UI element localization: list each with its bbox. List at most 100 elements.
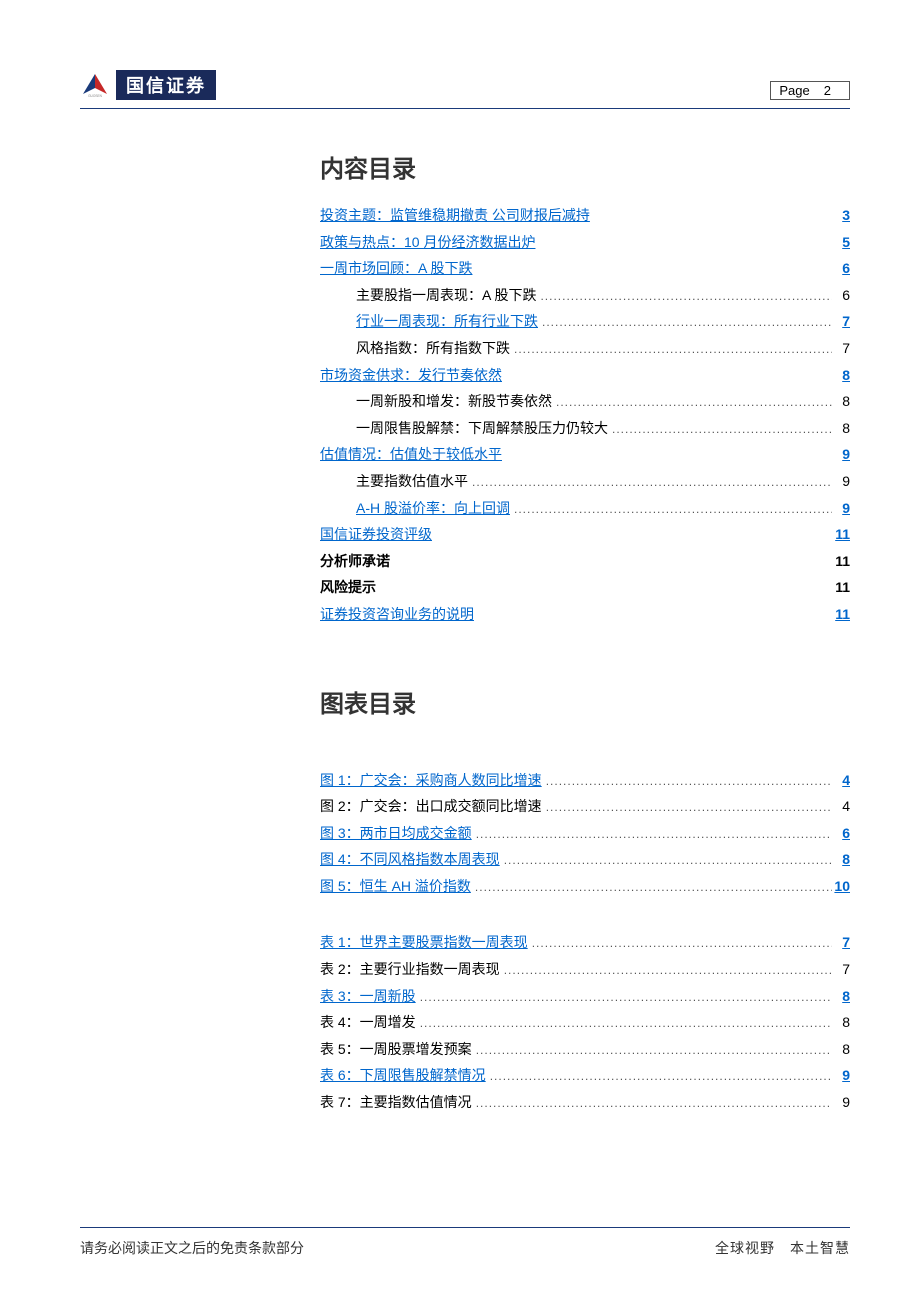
toc-leader-dots: ........................................…: [510, 338, 832, 361]
toc-leader-dots: ........................................…: [472, 1092, 832, 1115]
toc-entry-page: 7: [832, 956, 850, 983]
toc-entry: 图 2：广交会：出口成交额同比增速.......................…: [320, 793, 850, 820]
toc-entry: 主要指数估值水平................................…: [320, 468, 850, 495]
toc-list: 投资主题：监管维稳期撤责 公司财报后减持....................…: [320, 202, 850, 628]
toc-entry: 国信证券投资评级................................…: [320, 521, 850, 548]
toc-entry: 表 2：主要行业指数一周表现..........................…: [320, 956, 850, 983]
toc-entry-label: 表 7：主要指数估值情况: [320, 1089, 472, 1116]
toc-leader-dots: ........................................…: [474, 604, 832, 627]
toc-entry-link[interactable]: 表 3：一周新股: [320, 983, 416, 1010]
toc-entry: 图 5：恒生 AH 溢价指数..........................…: [320, 873, 850, 900]
toc-leader-dots: ........................................…: [376, 577, 832, 600]
toc-entry-page[interactable]: 8: [832, 362, 850, 389]
toc-leader-dots: ........................................…: [502, 444, 832, 467]
toc-entry-page: 6: [832, 282, 850, 309]
toc-entry-link[interactable]: 表 1：世界主要股票指数一周表现: [320, 929, 528, 956]
toc-leader-dots: ........................................…: [535, 232, 832, 255]
toc-entry-label: 表 5：一周股票增发预案: [320, 1036, 472, 1063]
toc-entry-link[interactable]: 图 1：广交会：采购商人数同比增速: [320, 767, 542, 794]
figures-heading: 图表目录: [320, 684, 850, 719]
toc-entry-page: 8: [832, 1009, 850, 1036]
toc-entry-page[interactable]: 7: [832, 929, 850, 956]
toc-leader-dots: ........................................…: [542, 770, 832, 793]
toc-entry-label: 主要指数估值水平: [356, 468, 468, 495]
toc-entry: 市场资金供求：发行节奏依然...........................…: [320, 362, 850, 389]
toc-heading: 内容目录: [320, 149, 850, 184]
footer-row: 请务必阅读正文之后的免责条款部分 全球视野 本土智慧: [80, 1238, 850, 1258]
toc-leader-dots: ........................................…: [608, 418, 832, 441]
page-number: 2: [824, 83, 831, 98]
toc-leader-dots: ........................................…: [500, 849, 832, 872]
toc-entry-link[interactable]: 政策与热点：10 月份经济数据出炉: [320, 229, 535, 256]
toc-entry: 图 1：广交会：采购商人数同比增速.......................…: [320, 767, 850, 794]
toc-leader-dots: ........................................…: [590, 205, 832, 228]
toc-entry: 主要股指一周表现：A 股下跌..........................…: [320, 282, 850, 309]
toc-entry: 表 5：一周股票增发预案............................…: [320, 1036, 850, 1063]
toc-entry-link[interactable]: 图 3：两市日均成交金额: [320, 820, 472, 847]
toc-entry: 一周限售股解禁：下周解禁股压力仍较大......................…: [320, 415, 850, 442]
toc-leader-dots: ........................................…: [502, 365, 832, 388]
toc-entry-page[interactable]: 9: [832, 441, 850, 468]
toc-entry-page[interactable]: 10: [832, 873, 850, 900]
toc-entry-link[interactable]: 表 6：下周限售股解禁情况: [320, 1062, 486, 1089]
toc-entry-link[interactable]: 图 5：恒生 AH 溢价指数: [320, 873, 471, 900]
toc-entry: 表 4：一周增发................................…: [320, 1009, 850, 1036]
toc-entry-page: 11: [832, 574, 850, 601]
toc-leader-dots: ........................................…: [416, 1012, 832, 1035]
toc-entry-link[interactable]: 证券投资咨询业务的说明: [320, 601, 474, 628]
toc-entry-page[interactable]: 5: [832, 229, 850, 256]
toc-entry-link[interactable]: 图 4：不同风格指数本周表现: [320, 846, 500, 873]
toc-entry: 行业一周表现：所有行业下跌...........................…: [320, 308, 850, 335]
toc-entry: 分析师承诺...................................…: [320, 548, 850, 575]
footer-tagline: 全球视野 本土智慧: [715, 1238, 850, 1258]
toc-entry-link[interactable]: 市场资金供求：发行节奏依然: [320, 362, 502, 389]
header-divider: [80, 108, 850, 109]
tables-list: 表 1：世界主要股票指数一周表现........................…: [320, 929, 850, 1115]
toc-entry-page[interactable]: 11: [832, 601, 850, 628]
toc-entry-link[interactable]: 投资主题：监管维稳期撤责 公司财报后减持: [320, 202, 590, 229]
toc-entry-link[interactable]: 国信证券投资评级: [320, 521, 432, 548]
company-logo: GUOSEN 国信证券: [80, 70, 216, 100]
figures-list: 图 1：广交会：采购商人数同比增速.......................…: [320, 767, 850, 900]
toc-entry: A-H 股溢价率：向上回调...........................…: [320, 495, 850, 522]
toc-entry-page: 11: [832, 548, 850, 575]
page-label: Page: [779, 83, 809, 98]
page-number-box: Page 2: [770, 81, 850, 100]
toc-entry-page[interactable]: 8: [832, 846, 850, 873]
toc-entry-link[interactable]: 行业一周表现：所有行业下跌: [356, 308, 538, 335]
toc-entry-label: 表 2：主要行业指数一周表现: [320, 956, 500, 983]
logo-icon: GUOSEN: [80, 72, 110, 98]
toc-entry: 政策与热点：10 月份经济数据出炉.......................…: [320, 229, 850, 256]
toc-entry-link[interactable]: 一周市场回顾：A 股下跌: [320, 255, 472, 282]
toc-leader-dots: ........................................…: [500, 959, 832, 982]
toc-entry-link[interactable]: A-H 股溢价率：向上回调: [356, 495, 510, 522]
toc-leader-dots: ........................................…: [472, 258, 832, 281]
toc-entry: 表 3：一周新股................................…: [320, 983, 850, 1010]
toc-entry-page[interactable]: 9: [832, 1062, 850, 1089]
toc-entry-page[interactable]: 3: [832, 202, 850, 229]
toc-entry: 风格指数：所有指数下跌.............................…: [320, 335, 850, 362]
toc-entry: 图 3：两市日均成交金额............................…: [320, 820, 850, 847]
toc-entry-label: 一周新股和增发：新股节奏依然: [356, 388, 552, 415]
toc-entry-page[interactable]: 7: [832, 308, 850, 335]
toc-entry-page[interactable]: 11: [832, 521, 850, 548]
toc-entry-page[interactable]: 8: [832, 983, 850, 1010]
toc-leader-dots: ........................................…: [486, 1065, 832, 1088]
toc-leader-dots: ........................................…: [528, 932, 832, 955]
toc-entry-page[interactable]: 6: [832, 255, 850, 282]
toc-entry-link[interactable]: 估值情况：估值处于较低水平: [320, 441, 502, 468]
toc-entry: 图 4：不同风格指数本周表现..........................…: [320, 846, 850, 873]
toc-leader-dots: ........................................…: [432, 524, 832, 547]
toc-entry-label: 分析师承诺: [320, 548, 390, 575]
page-footer: 请务必阅读正文之后的免责条款部分 全球视野 本土智慧: [80, 1227, 850, 1258]
toc-entry-page[interactable]: 6: [832, 820, 850, 847]
toc-entry: 表 6：下周限售股解禁情况...........................…: [320, 1062, 850, 1089]
toc-entry-page: 8: [832, 1036, 850, 1063]
toc-entry-page[interactable]: 9: [832, 495, 850, 522]
footer-disclaimer: 请务必阅读正文之后的免责条款部分: [80, 1238, 304, 1258]
toc-leader-dots: ........................................…: [471, 876, 832, 899]
svg-text:GUOSEN: GUOSEN: [88, 94, 103, 98]
toc-entry-label: 风险提示: [320, 574, 376, 601]
toc-entry-label: 风格指数：所有指数下跌: [356, 335, 510, 362]
toc-entry-page[interactable]: 4: [832, 767, 850, 794]
